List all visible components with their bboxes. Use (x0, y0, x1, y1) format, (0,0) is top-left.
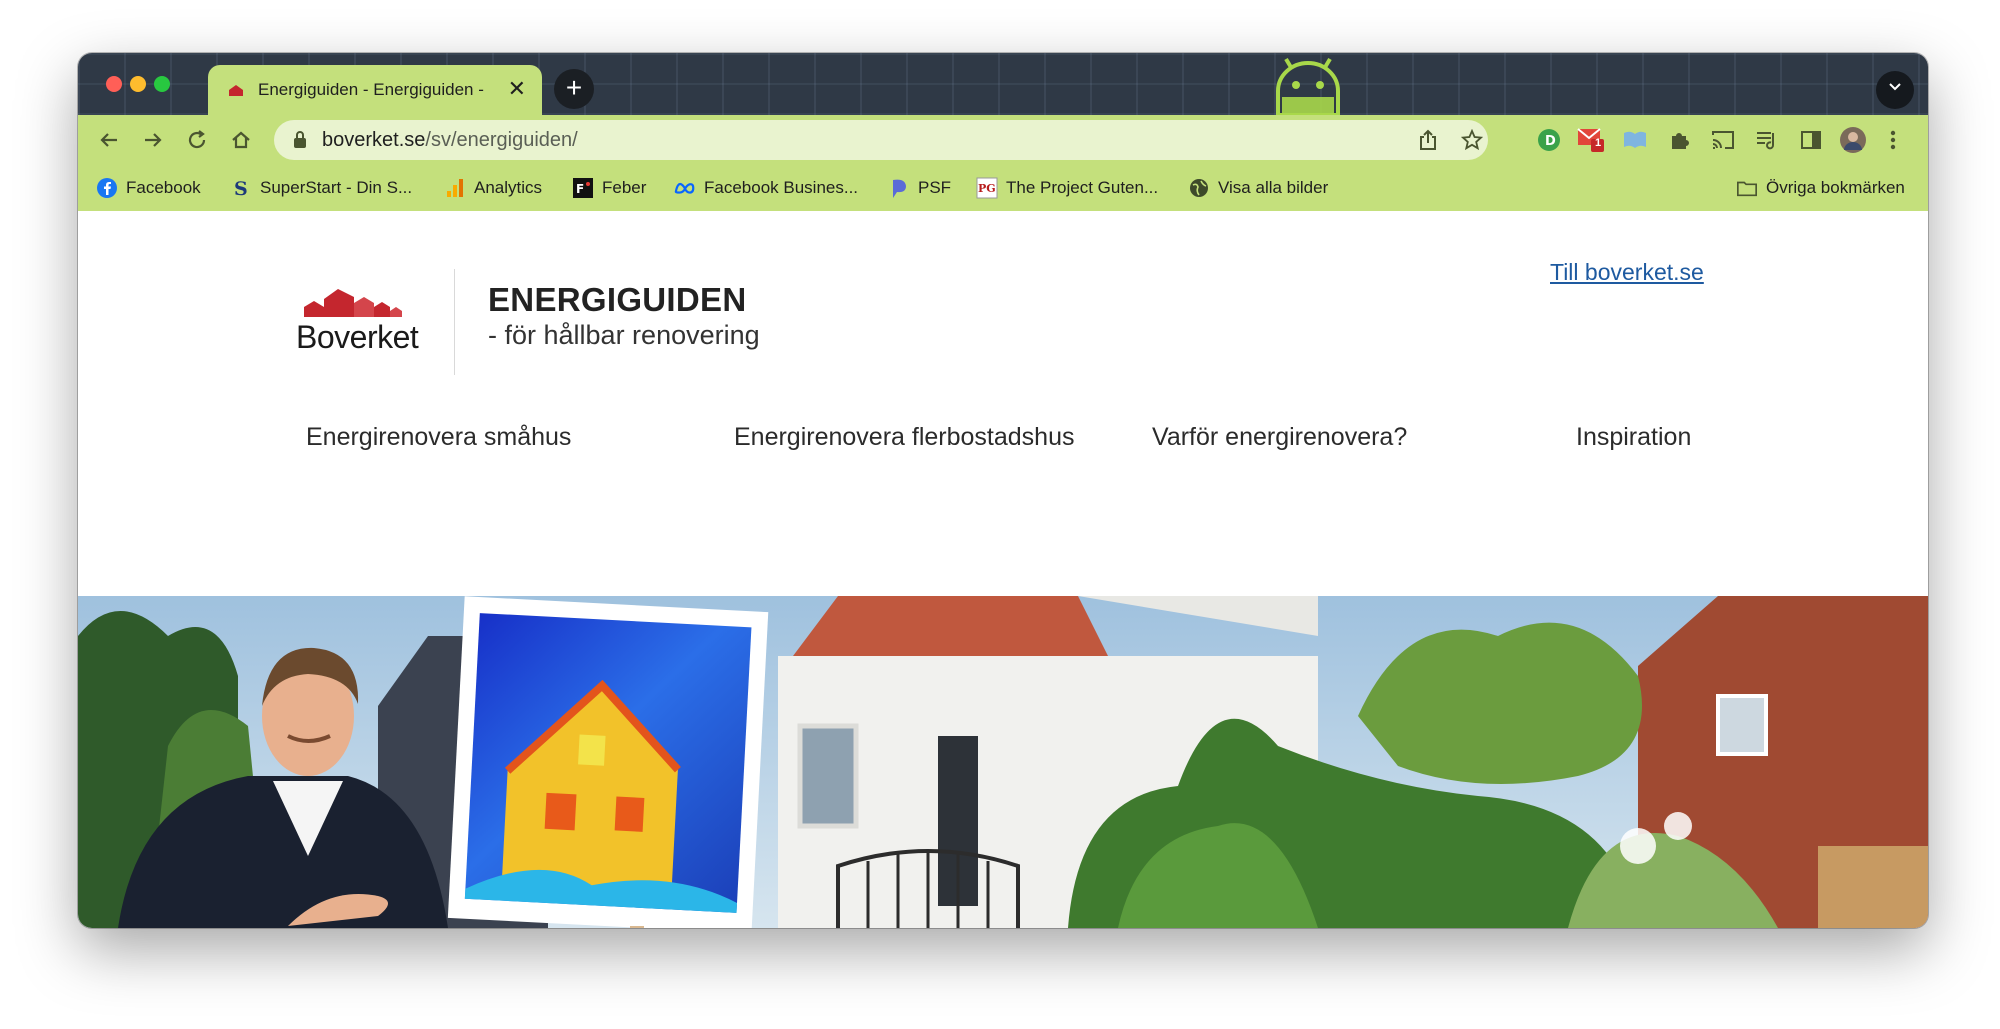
feber-icon: F (572, 177, 594, 199)
avatar (1840, 127, 1866, 153)
gutenberg-icon: PG (976, 177, 998, 199)
kebab-menu-icon (1890, 130, 1896, 150)
side-panel-icon (1801, 131, 1821, 149)
lock-icon (294, 131, 306, 148)
puzzle-icon (1672, 133, 1689, 149)
minimize-window-button[interactable] (130, 76, 146, 92)
hero-photo (78, 596, 1928, 928)
bookmark-facebook-business[interactable]: Facebook Busines... (674, 175, 858, 201)
facebook-icon (96, 177, 118, 199)
star-icon (1461, 129, 1483, 151)
bookmark-psf[interactable]: PSF (888, 175, 951, 201)
analytics-icon (444, 177, 466, 199)
globe-icon (1188, 177, 1210, 199)
folder-icon (1736, 177, 1758, 199)
header-divider (454, 269, 455, 375)
browser-toolbar: boverket.se/sv/energiguiden/ D 1 (78, 115, 1928, 165)
reload-button[interactable] (180, 123, 214, 157)
maximize-window-button[interactable] (154, 76, 170, 92)
extensions-button[interactable] (1664, 125, 1694, 155)
meta-icon (674, 177, 696, 199)
psf-icon (888, 177, 910, 199)
tab-title: Energiguiden - Energiguiden - (258, 80, 484, 99)
new-tab-button[interactable]: + (554, 69, 594, 109)
extension-id-button[interactable]: D (1534, 125, 1564, 155)
side-panel-button[interactable] (1796, 125, 1826, 155)
bookmark-label: PSF (918, 178, 952, 197)
logo-text: Boverket (296, 319, 419, 355)
bookmark-gutenberg[interactable]: PG The Project Guten... (976, 175, 1158, 201)
superstart-icon: S (230, 177, 252, 199)
browser-window: Energiguiden - Energiguiden - ✕ + boverk… (78, 53, 1928, 928)
profile-button[interactable] (1838, 125, 1868, 155)
back-button[interactable] (92, 123, 126, 157)
other-bookmarks-folder[interactable]: Övriga bokmärken (1736, 175, 1905, 201)
nav-energirenovera-smahus[interactable]: Energirenovera småhus (306, 423, 571, 452)
bookmark-label: Feber (602, 178, 647, 197)
reader-extension-button[interactable] (1620, 125, 1650, 155)
address-bar[interactable]: boverket.se/sv/energiguiden/ (274, 120, 1488, 160)
android-theme-icon (1276, 57, 1340, 115)
nav-inspiration[interactable]: Inspiration (1576, 423, 1691, 452)
boverket-roofs-logo-icon (304, 289, 402, 317)
bookmark-analytics[interactable]: Analytics (444, 175, 542, 201)
home-icon (232, 131, 250, 149)
gmail-badge: 1 (1595, 137, 1602, 149)
share-button[interactable] (1416, 128, 1440, 152)
playlist-icon (1757, 132, 1774, 150)
bookmark-superstart[interactable]: S SuperStart - Din S... (230, 175, 412, 201)
tab-search-button[interactable] (1876, 71, 1914, 109)
svg-text:PG: PG (978, 182, 996, 195)
tab-strip: Energiguiden - Energiguiden - ✕ + (78, 53, 1928, 115)
arrow-right-icon (145, 133, 162, 147)
bookmark-visa-alla-bilder[interactable]: Visa alla bilder (1188, 175, 1328, 201)
site-title: ENERGIGUIDEN (488, 281, 747, 318)
bookmark-label: Visa alla bilder (1218, 178, 1329, 197)
bookmarks-bar: Facebook S SuperStart - Din S... Analyti… (78, 165, 1928, 212)
gmail-extension-button[interactable]: 1 (1576, 125, 1606, 155)
book-icon (1624, 131, 1646, 148)
site-subtitle: - för hållbar renovering (488, 320, 760, 350)
forward-button[interactable] (136, 123, 170, 157)
boverket-favicon-icon (229, 85, 243, 96)
grammarly-icon: D (1538, 129, 1560, 151)
bookmark-label: The Project Guten... (1006, 178, 1159, 197)
url-domain: boverket.se (322, 129, 426, 151)
close-window-button[interactable] (106, 76, 122, 92)
other-bookmarks-label: Övriga bokmärken (1766, 178, 1905, 197)
svg-text:S: S (234, 178, 248, 199)
svg-text:F: F (576, 182, 584, 196)
browser-menu-button[interactable] (1878, 125, 1908, 155)
bookmark-label: Facebook (126, 178, 201, 197)
reload-icon (188, 130, 206, 149)
cast-button[interactable] (1708, 125, 1738, 155)
bookmark-feber[interactable]: F Feber (572, 175, 646, 201)
share-icon (1420, 129, 1436, 150)
nav-energirenovera-flerbostadshus[interactable]: Energirenovera flerbostadshus (734, 423, 1074, 452)
nav-varfor-energirenovera[interactable]: Varför energirenovera? (1152, 423, 1407, 452)
bookmark-label: Analytics (474, 178, 543, 197)
home-button[interactable] (224, 123, 258, 157)
bookmark-star-button[interactable] (1460, 128, 1484, 152)
till-boverket-link[interactable]: Till boverket.se (1550, 259, 1704, 286)
web-page: Boverket ENERGIGUIDEN - för hållbar reno… (78, 211, 1928, 928)
arrow-left-icon (100, 133, 117, 147)
bookmark-facebook[interactable]: Facebook (96, 175, 201, 201)
bookmark-label: SuperStart - Din S... (260, 178, 413, 197)
media-control-button[interactable] (1752, 125, 1782, 155)
url-path: /sv/energiguiden/ (425, 129, 578, 151)
hero-image (78, 596, 1928, 928)
svg-text:D: D (1545, 134, 1556, 149)
tab-energiguiden[interactable]: Energiguiden - Energiguiden - ✕ (208, 65, 542, 115)
tab-close-icon[interactable]: ✕ (508, 77, 526, 101)
cast-icon (1712, 131, 1734, 149)
url-text: boverket.se/sv/energiguiden/ (322, 129, 578, 152)
boverket-logo[interactable]: Boverket (296, 281, 422, 355)
bookmark-label: Facebook Busines... (704, 178, 859, 197)
chevron-down-icon (1889, 83, 1901, 91)
